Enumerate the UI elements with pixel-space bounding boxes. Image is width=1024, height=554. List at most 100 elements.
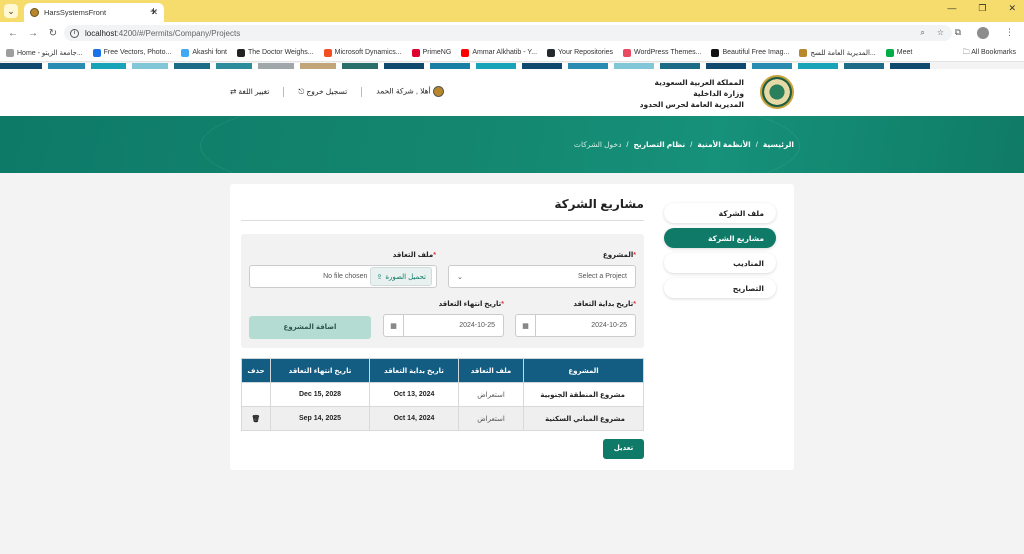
bookmark-item[interactable]: Beautiful Free Imag... xyxy=(711,48,789,57)
profile-avatar[interactable] xyxy=(977,27,989,39)
contract-file-input[interactable]: No file chosen ⇪ تحميل الصورة xyxy=(249,265,437,288)
user-greeting[interactable]: أهلا , شركة الحمد xyxy=(376,86,444,97)
bookmark-label: WordPress Themes... xyxy=(634,49,702,56)
close-window-icon[interactable]: ✕ xyxy=(1008,3,1016,14)
back-icon[interactable]: ← xyxy=(6,28,20,39)
hero-banner: دخول الشركات / نظام التصاريح / الأنظمة ا… xyxy=(0,116,1024,173)
header-line-ministry: وزارة الداخلية xyxy=(693,89,744,98)
bookmark-favicon-icon xyxy=(461,48,470,57)
bookmark-favicon-icon xyxy=(323,48,332,57)
bookmark-label: Microsoft Dynamics... xyxy=(334,49,402,56)
view-file-link[interactable]: استعراض xyxy=(458,406,524,431)
bookmark-item[interactable]: Free Vectors, Photo... xyxy=(92,48,171,57)
add-project-form: المشروع* ⌄ Select a Project ملف التعاقد*… xyxy=(241,234,644,348)
language-switch[interactable]: ⇄ تغيير اللغة xyxy=(230,87,269,96)
start-date-cell: Oct 13, 2024 xyxy=(369,382,459,407)
projects-content: مشاريع الشركة المشروع* ⌄ Select a Projec… xyxy=(241,197,644,348)
bookmark-item[interactable]: PrimeNG xyxy=(411,48,452,57)
col-start-date: تاريخ بداية التعاقد xyxy=(369,358,459,383)
sidebar-item-permits[interactable]: التصاريح xyxy=(664,278,776,298)
end-date-value: 2024-10-25 xyxy=(459,322,495,329)
bookmark-item[interactable]: WordPress Themes... xyxy=(623,48,702,57)
bookmark-favicon-icon xyxy=(411,48,420,57)
add-project-button[interactable]: اضافة المشروع xyxy=(249,316,371,339)
breadcrumb: دخول الشركات / نظام التصاريح / الأنظمة ا… xyxy=(574,140,794,149)
bookmark-item[interactable]: Your Repositories xyxy=(547,48,614,57)
col-contract-file: ملف التعاقد xyxy=(458,358,524,383)
bookmark-favicon-icon xyxy=(799,48,808,57)
start-date-input[interactable]: ▦ 2024-10-25 xyxy=(515,314,636,337)
end-date-cell: Dec 15, 2028 xyxy=(270,382,370,407)
col-project: المشروع xyxy=(523,358,644,383)
project-select[interactable]: ⌄ Select a Project xyxy=(448,265,636,288)
bookmark-label: PrimeNG xyxy=(422,49,452,56)
bookmark-label: The Doctor Weighs... xyxy=(248,49,314,56)
bookmark-favicon-icon xyxy=(92,48,101,57)
site-info-icon[interactable]: i xyxy=(70,28,79,38)
start-date-cell: Oct 14, 2024 xyxy=(369,406,459,431)
menu-icon[interactable]: ⋮ xyxy=(1005,27,1014,39)
bookmark-item[interactable]: Meet xyxy=(885,48,913,57)
bookmark-label: Meet xyxy=(896,49,913,56)
restore-icon[interactable]: ❐ xyxy=(978,3,986,14)
breadcrumb-home[interactable]: الرئيسية xyxy=(763,140,794,149)
sidebar-item-company-profile[interactable]: ملف الشركة xyxy=(664,203,776,223)
end-date-input[interactable]: ▦ 2024-10-25 xyxy=(383,314,504,337)
col-end-date: تاريخ انتهاء التعاقد xyxy=(270,358,370,383)
chevron-down-icon: ⌄ xyxy=(457,273,463,281)
tab-search-button[interactable]: ⌄ xyxy=(4,4,18,18)
bookmark-label: المديرية العامة للسج... xyxy=(810,49,876,57)
bookmark-favicon-icon xyxy=(885,48,894,57)
border-guard-logo xyxy=(760,75,794,109)
upload-image-button[interactable]: ⇪ تحميل الصورة xyxy=(370,267,432,286)
project-label: المشروع* xyxy=(602,252,636,259)
trash-icon[interactable]: 🗑 xyxy=(252,416,261,423)
calendar-icon[interactable]: ▦ xyxy=(384,315,404,336)
logout-icon: ⎋ xyxy=(298,86,305,96)
minimize-icon[interactable]: — xyxy=(947,3,956,14)
site-header: المملكة العربية السعودية وزارة الداخلية … xyxy=(0,69,1024,116)
end-date-label: تاريخ انتهاء التعاقد* xyxy=(438,301,504,308)
delete-cell: 🗑 xyxy=(241,406,271,431)
header-line-directorate: المديرية العامة لحرس الحدود xyxy=(639,100,744,109)
bookmark-item[interactable]: The Doctor Weighs... xyxy=(237,48,314,57)
url-input[interactable]: i localhost:4200/#/Permits/Company/Proje… xyxy=(64,25,952,41)
bookmark-item[interactable]: Microsoft Dynamics... xyxy=(323,48,402,57)
reload-icon[interactable]: ↻ xyxy=(46,28,60,39)
sidebar-item-company-projects[interactable]: مشاريع الشركة xyxy=(664,228,776,248)
language-icon: ⇄ xyxy=(230,87,237,96)
calendar-icon[interactable]: ▦ xyxy=(516,315,536,336)
bookmark-item[interactable]: Home - جامعة الزيتو... xyxy=(6,48,83,57)
bookmark-item[interactable]: Ammar Alkhatib - Y... xyxy=(461,48,537,57)
view-file-link[interactable]: استعراض xyxy=(458,382,524,407)
all-bookmarks-button[interactable]: 🗀 All Bookmarks xyxy=(963,48,1016,59)
project-name-cell: مشروع المباني السكنية xyxy=(523,406,644,431)
zoom-icon[interactable]: ⌕ xyxy=(920,28,924,38)
project-placeholder: Select a Project xyxy=(577,273,627,280)
bookmark-item[interactable]: Akashi font xyxy=(181,48,227,57)
bookmark-favicon-icon xyxy=(711,48,720,57)
bookmark-favicon-icon xyxy=(547,48,556,57)
project-name-cell: مشروع المنطقة الجنوبية xyxy=(523,382,644,407)
edit-button[interactable]: تعديل xyxy=(603,439,644,459)
browser-tab[interactable]: HarsSystemsFront ✕ xyxy=(24,3,164,22)
sidebar-item-representatives[interactable]: المناديب xyxy=(664,253,776,273)
breadcrumb-current: دخول الشركات xyxy=(573,140,622,149)
forward-icon[interactable]: → xyxy=(26,28,40,39)
new-tab-button[interactable]: + xyxy=(150,4,157,18)
extensions-icon[interactable]: ⧉ xyxy=(955,27,961,39)
bookmark-label: Your Repositories xyxy=(558,49,614,56)
bookmark-label: Home - جامعة الزيتو... xyxy=(17,49,83,57)
bookmark-label: Akashi font xyxy=(192,49,227,56)
logout-link[interactable]: ⎋ تسجيل خروج xyxy=(298,87,347,97)
main-card: ملف الشركة مشاريع الشركة المناديب التصار… xyxy=(230,184,794,470)
breadcrumb-separator: / xyxy=(626,140,629,149)
bookmark-star-icon[interactable]: ☆ xyxy=(937,28,944,38)
col-delete: حذف xyxy=(241,358,271,383)
breadcrumb-permits[interactable]: نظام التصاريح xyxy=(634,140,686,149)
contract-file-label: ملف التعاقد* xyxy=(392,252,436,259)
address-bar: ← → ↻ i localhost:4200/#/Permits/Company… xyxy=(0,22,1024,44)
breadcrumb-security[interactable]: الأنظمة الأمنية xyxy=(697,140,750,149)
bookmark-item[interactable]: المديرية العامة للسج... xyxy=(799,48,876,57)
bookmark-favicon-icon xyxy=(181,48,190,57)
